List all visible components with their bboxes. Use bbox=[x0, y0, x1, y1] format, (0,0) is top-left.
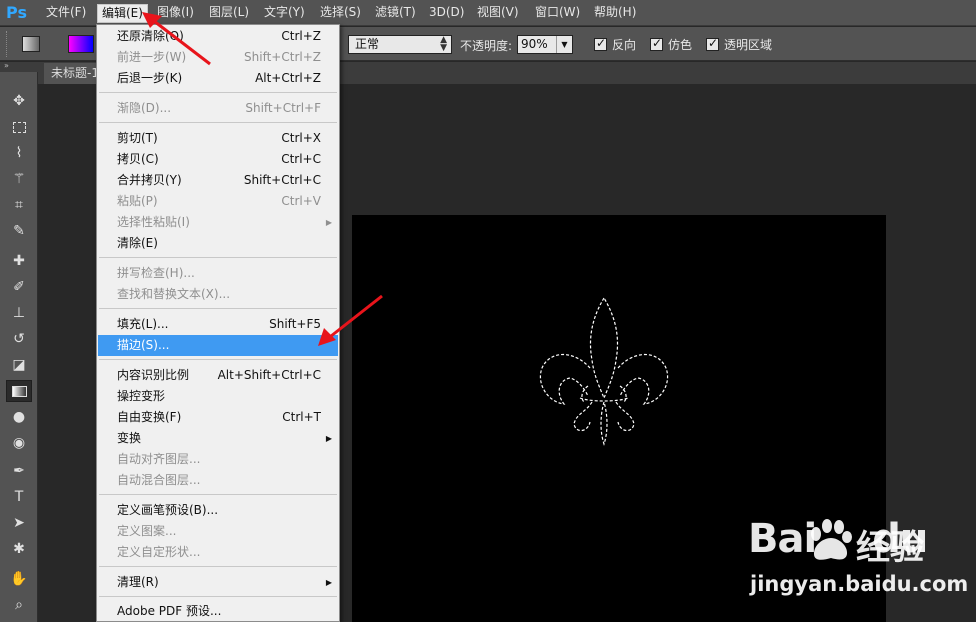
submenu-arrow-icon: ▶ bbox=[325, 578, 332, 587]
menu-copy-merged[interactable]: 合并拷贝(Y) Shift+Ctrl+C bbox=[97, 170, 339, 191]
eyedropper-icon[interactable]: ✎ bbox=[6, 220, 32, 242]
edit-menu-dropdown: 还原清除(O) Ctrl+Z 前进一步(W) Shift+Ctrl+Z 后退一步(K… bbox=[96, 24, 340, 622]
menu-paste-special: 选择性粘贴(I) ▶ bbox=[97, 212, 339, 233]
blend-mode-value: 正常 bbox=[355, 37, 380, 51]
menu-file[interactable]: 文件(F) bbox=[42, 4, 90, 23]
crop-icon[interactable]: ⌗ bbox=[6, 194, 32, 216]
polygon-lasso-icon[interactable]: ⌇ bbox=[6, 142, 32, 164]
magic-wand-icon[interactable]: ⚚ bbox=[6, 168, 32, 190]
custom-shape-icon[interactable]: ✱ bbox=[6, 538, 32, 560]
zoom-icon[interactable]: ⌕ bbox=[6, 594, 32, 616]
eraser-icon[interactable]: ◪ bbox=[6, 354, 32, 376]
menu-paste: 粘贴(P) Ctrl+V bbox=[117, 194, 321, 208]
history-brush-icon[interactable]: ↺ bbox=[6, 328, 32, 350]
menu-auto-blend: 自动混合图层... bbox=[117, 473, 201, 487]
menu-window[interactable]: 窗口(W) bbox=[531, 4, 584, 23]
rect-marquee-icon[interactable] bbox=[6, 116, 32, 138]
pen-icon[interactable]: ✒ bbox=[6, 460, 32, 482]
path-select-icon[interactable]: ➤ bbox=[6, 512, 32, 534]
menu-filter[interactable]: 滤镜(T) bbox=[371, 4, 420, 23]
gradient-icon[interactable] bbox=[6, 380, 32, 402]
checkbox-icon bbox=[594, 36, 607, 51]
menu-select[interactable]: 选择(S) bbox=[316, 4, 365, 23]
paw-logo-icon bbox=[811, 519, 852, 560]
hand-icon[interactable]: ✋ bbox=[6, 568, 32, 590]
watermark-url: jingyan.baidu.com bbox=[750, 572, 969, 596]
menu-separator bbox=[99, 596, 337, 597]
opacity-label: 不透明度: bbox=[460, 39, 513, 53]
healing-brush-icon[interactable]: ✚ bbox=[6, 250, 32, 272]
watermark-jingyan: 经验 bbox=[856, 528, 924, 568]
document-tab[interactable]: 未标题-1 bbox=[44, 63, 96, 84]
options-grip[interactable] bbox=[6, 31, 10, 57]
checkbox-icon bbox=[650, 36, 663, 51]
fleur-de-lis-selection bbox=[539, 296, 669, 446]
transparency-label: 透明区域 bbox=[724, 37, 773, 52]
menu-define-shape: 定义自定形状... bbox=[117, 545, 201, 559]
dither-checkbox[interactable]: 仿色 bbox=[650, 36, 692, 52]
dodge-icon[interactable]: ◉ bbox=[6, 432, 32, 454]
checkbox-icon bbox=[706, 36, 719, 51]
menu-content-aware-scale[interactable]: 内容识别比例 Alt+Shift+Ctrl+C bbox=[97, 365, 339, 386]
opacity-value: 90% bbox=[521, 37, 548, 51]
photoshop-logo: Ps bbox=[6, 3, 27, 22]
tool-preset-icon[interactable] bbox=[22, 36, 40, 52]
menu-separator bbox=[99, 494, 337, 495]
menu-define-brush[interactable]: 定义画笔预设(B)... bbox=[97, 500, 339, 521]
menu-separator bbox=[99, 257, 337, 258]
baidu-jingyan-watermark: Bai du 经验 jingyan.baidu.com bbox=[748, 516, 976, 606]
toolbox-collapse-icon[interactable]: » bbox=[0, 62, 38, 72]
menu-copy[interactable]: 拷贝(C) Ctrl+C bbox=[97, 149, 339, 170]
annotation-arrow-icon bbox=[318, 294, 383, 346]
gradient-preview[interactable] bbox=[68, 35, 94, 53]
reverse-checkbox[interactable]: 反向 bbox=[594, 36, 636, 52]
menu-separator bbox=[99, 566, 337, 567]
menu-separator bbox=[99, 92, 337, 93]
chevron-down-icon[interactable]: ▼ bbox=[556, 36, 572, 53]
menu-cut[interactable]: 剪切(T) Ctrl+X bbox=[97, 128, 339, 149]
blur-icon[interactable]: ● bbox=[6, 406, 32, 428]
menu-fill[interactable]: 填充(L)... Shift+F5 bbox=[97, 314, 339, 335]
annotation-arrow-icon bbox=[142, 12, 211, 66]
menu-3d[interactable]: 3D(D) bbox=[425, 4, 468, 23]
move-icon[interactable]: ✥ bbox=[6, 90, 32, 112]
menu-type[interactable]: 文字(Y) bbox=[260, 4, 309, 23]
menu-purge[interactable]: 清理(R) ▶ bbox=[97, 572, 339, 593]
type-icon[interactable]: T bbox=[6, 486, 32, 508]
transparency-checkbox[interactable]: 透明区域 bbox=[706, 36, 772, 52]
menu-find-replace: 查找和替换文本(X)... bbox=[117, 287, 231, 301]
menu-fade: 渐隐(D)... Shift+Ctrl+F bbox=[117, 101, 321, 115]
reverse-label: 反向 bbox=[612, 37, 637, 52]
menu-check-spelling: 拼写检查(H)... bbox=[117, 266, 195, 280]
submenu-arrow-icon: ▶ bbox=[325, 218, 332, 227]
menu-separator bbox=[99, 308, 337, 309]
dither-label: 仿色 bbox=[668, 37, 693, 52]
submenu-arrow-icon: ▶ bbox=[325, 434, 332, 443]
opacity-field[interactable]: 90% ▼ bbox=[517, 35, 573, 54]
menu-view[interactable]: 视图(V) bbox=[473, 4, 523, 23]
menu-separator bbox=[99, 359, 337, 360]
select-arrows-icon: ▲ ▼ bbox=[440, 35, 447, 53]
clone-stamp-icon[interactable]: ⊥ bbox=[6, 302, 32, 324]
menu-define-pattern: 定义图案... bbox=[117, 524, 177, 538]
menu-transform[interactable]: 变换 ▶ bbox=[97, 428, 339, 449]
menu-auto-align: 自动对齐图层... bbox=[117, 452, 201, 466]
menu-separator bbox=[99, 122, 337, 123]
menu-pdf-presets[interactable]: Adobe PDF 预设... bbox=[97, 601, 339, 622]
menu-puppet-warp[interactable]: 操控变形 bbox=[97, 386, 339, 407]
menu-clear[interactable]: 清除(E) bbox=[97, 233, 339, 254]
menu-stroke[interactable]: 描边(S)... bbox=[98, 335, 338, 356]
brush-icon[interactable]: ✐ bbox=[6, 276, 32, 298]
blend-mode-select[interactable]: 正常 ▲ ▼ bbox=[348, 35, 452, 54]
menu-help[interactable]: 帮助(H) bbox=[590, 4, 640, 23]
menu-free-transform[interactable]: 自由变换(F) Ctrl+T bbox=[97, 407, 339, 428]
